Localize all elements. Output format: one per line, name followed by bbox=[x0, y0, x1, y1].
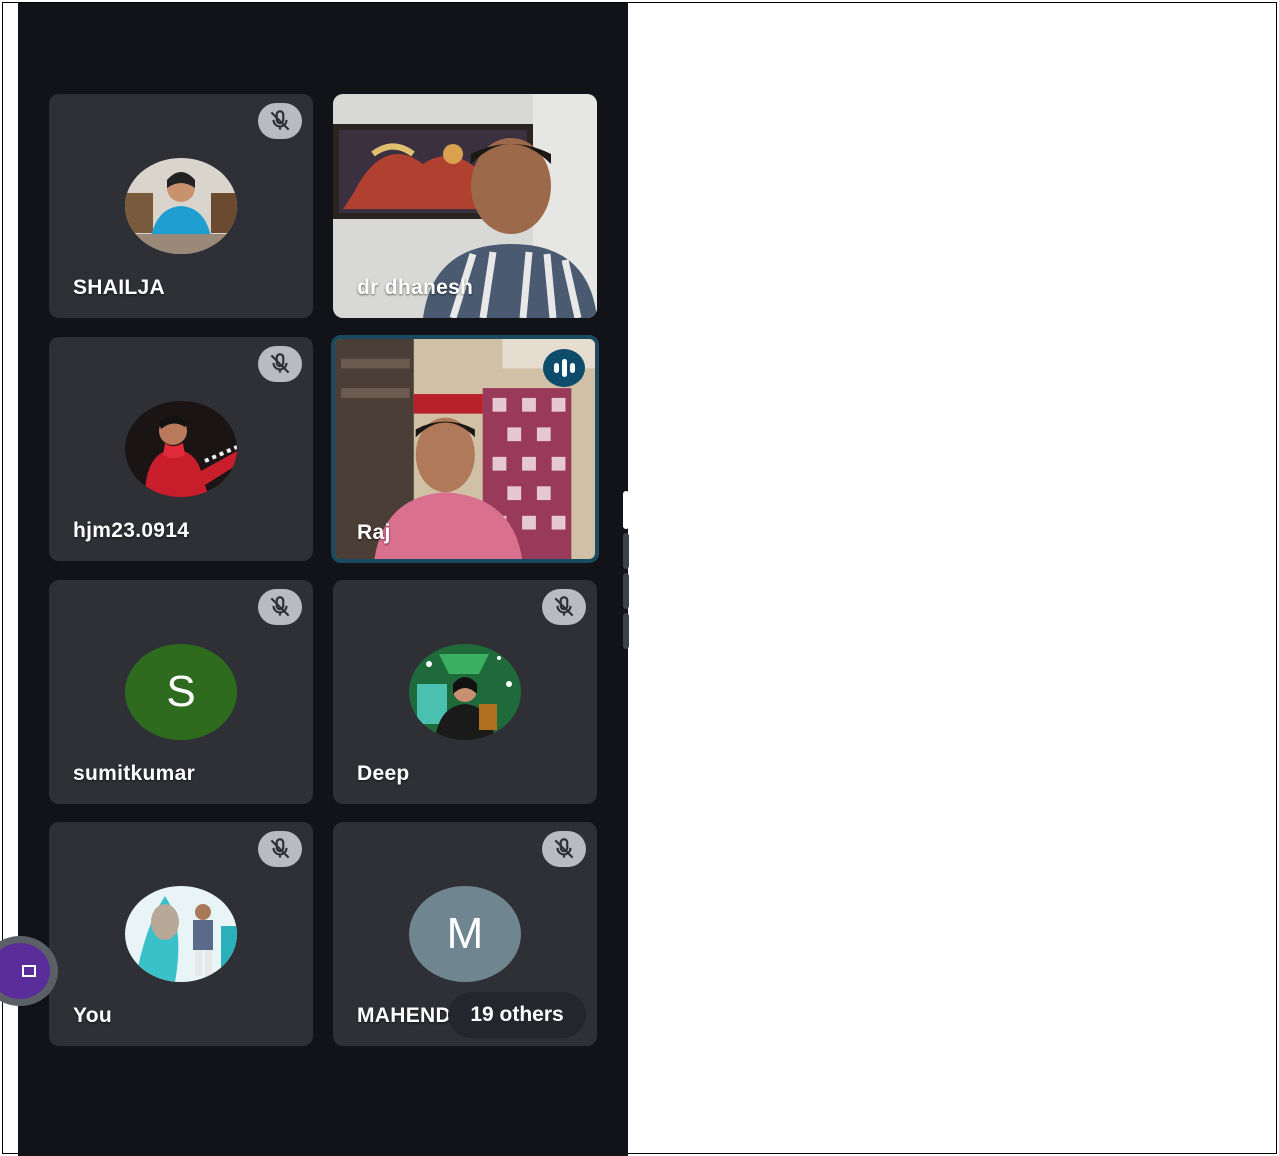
scrollbar-segment bbox=[623, 573, 629, 609]
scrollbar-segment bbox=[623, 613, 629, 649]
participant-avatar bbox=[125, 401, 237, 497]
participant-name: You bbox=[73, 1004, 113, 1027]
participant-name: MAHEND bbox=[357, 1004, 451, 1027]
scrollbar-thumb[interactable] bbox=[623, 491, 629, 529]
participant-avatar bbox=[409, 644, 521, 740]
participant-initial-avatar: S bbox=[125, 644, 237, 740]
mic-off-icon bbox=[258, 103, 302, 139]
participant-tile-you[interactable]: You bbox=[49, 822, 313, 1046]
participant-tile-deep[interactable]: Deep bbox=[333, 580, 597, 804]
screen-share-icon bbox=[0, 943, 50, 999]
participant-tile-dr-dhanesh[interactable]: dr dhanesh bbox=[333, 94, 597, 318]
participant-name: hjm23.0914 bbox=[73, 519, 190, 542]
others-count-chip[interactable]: 19 others bbox=[448, 992, 586, 1038]
participant-tile-shailja[interactable]: SHAILJA bbox=[49, 94, 313, 318]
participant-initial-avatar: M bbox=[409, 886, 521, 982]
mic-off-icon bbox=[258, 589, 302, 625]
participant-name: Raj bbox=[357, 521, 391, 544]
mic-off-icon bbox=[542, 589, 586, 625]
audio-level-icon bbox=[543, 349, 585, 387]
participant-avatar bbox=[125, 158, 237, 254]
mic-off-icon bbox=[542, 831, 586, 867]
participant-avatar bbox=[125, 886, 237, 982]
mic-off-icon bbox=[258, 831, 302, 867]
participant-name: Deep bbox=[357, 762, 410, 785]
scrollbar-segment bbox=[623, 533, 629, 569]
participant-tile-hjm23[interactable]: hjm23.0914 bbox=[49, 337, 313, 561]
participant-name: SHAILJA bbox=[73, 276, 165, 299]
participant-grid-panel: SHAILJA dr dhanesh hjm23.0914 Raj S sumi… bbox=[18, 3, 629, 1156]
participant-name: dr dhanesh bbox=[357, 276, 474, 299]
participant-tile-sumitkumar[interactable]: S sumitkumar bbox=[49, 580, 313, 804]
mic-off-icon bbox=[258, 346, 302, 382]
participant-tile-raj[interactable]: Raj bbox=[331, 335, 599, 563]
participant-name: sumitkumar bbox=[73, 762, 196, 785]
